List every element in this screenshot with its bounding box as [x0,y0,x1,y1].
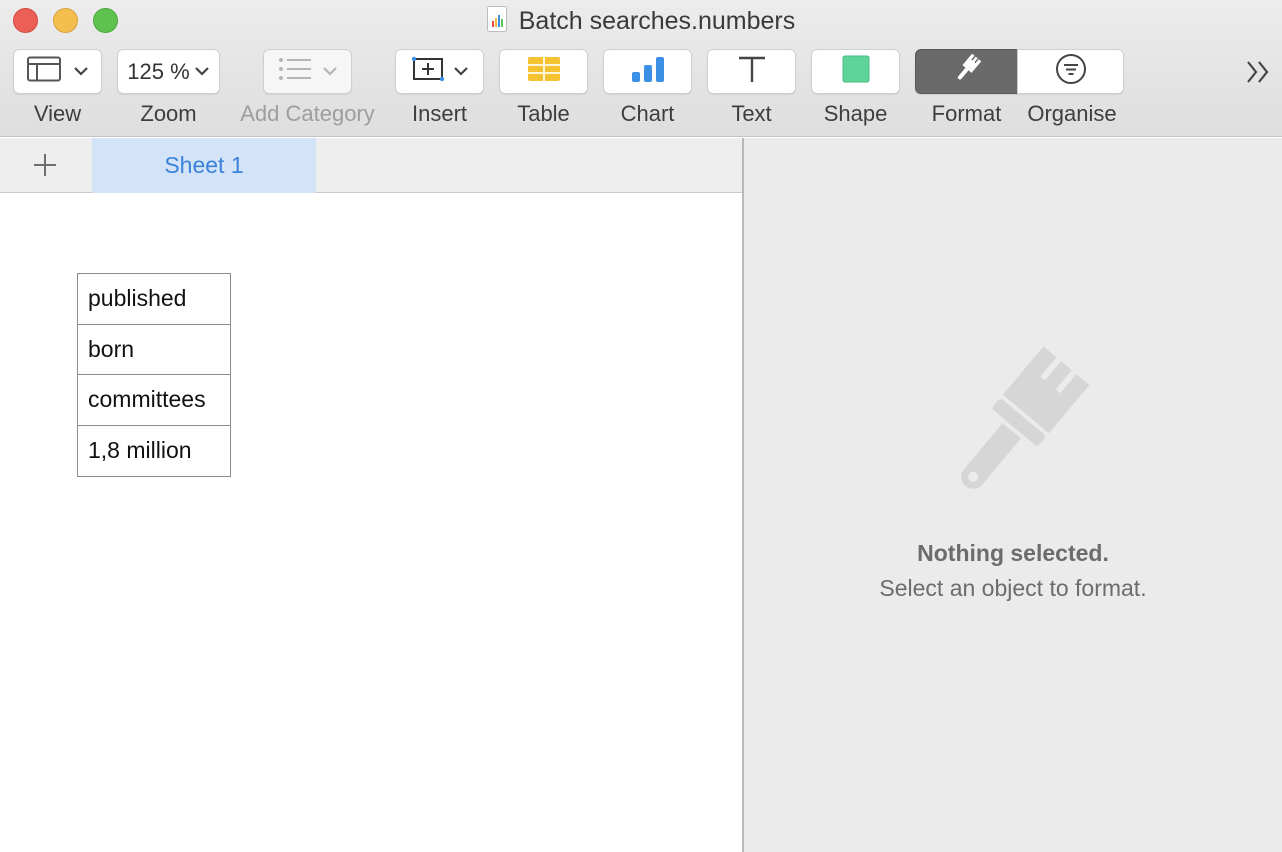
numbers-document-icon [486,6,507,32]
table-cell[interactable]: born [78,325,230,375]
table-cell[interactable]: 1,8 million [78,426,230,477]
tab-sheet-1[interactable]: Sheet 1 [92,138,316,193]
shape-button[interactable] [811,49,900,94]
view-button[interactable] [13,49,102,94]
zoom-value: 125 % [127,58,190,84]
sidebar-view-icon [26,56,61,87]
zoom-dropdown[interactable]: 125 % [117,49,220,94]
text-label: Text [731,101,772,126]
insert-button[interactable] [395,49,484,94]
window-title-text: Batch searches.numbers [518,7,796,35]
filter-icon [1055,53,1087,90]
chevron-down-icon [194,63,210,81]
bar-chart-icon [631,55,665,88]
insert-label: Insert [411,101,468,126]
organise-button[interactable] [1017,49,1124,94]
table-icon [527,56,561,87]
chevron-down-icon [453,63,469,81]
chevron-down-icon [322,63,338,81]
inspector-empty-subtitle: Select an object to format. [879,575,1147,601]
format-button[interactable] [915,49,1018,94]
zoom-label: Zoom [140,101,197,126]
format-label: Format [931,101,1002,126]
shape-label: Shape [823,101,888,126]
format-inspector: Nothing selected. Select an object to fo… [744,138,1282,852]
text-button[interactable] [707,49,796,94]
add-sheet-button[interactable] [30,150,60,180]
text-t-icon [737,55,767,88]
add-category-button[interactable] [263,49,352,94]
paintbrush-icon [951,53,983,89]
add-category-label: Add Category [240,101,375,126]
chart-label: Chart [620,101,675,126]
insert-box-icon [411,55,445,88]
inspector-empty-title: Nothing selected. [917,540,1109,566]
table-label: Table [517,101,570,126]
table-button[interactable] [499,49,588,94]
window-title: Batch searches.numbers [0,6,1282,36]
organise-label: Organise [1027,101,1117,126]
data-table[interactable]: published born committees 1,8 million [77,273,231,477]
double-chevron-right-icon [1244,61,1272,90]
shape-square-icon [842,55,870,88]
table-cell[interactable]: committees [78,375,230,426]
sheet-tab-bar: Sheet 1 [0,138,742,193]
plus-icon [30,154,60,184]
chart-button[interactable] [603,49,692,94]
paintbrush-icon [930,342,1100,512]
list-icon [278,56,312,87]
window-toolbar: Batch searches.numbers View 125 % Zoom A… [0,0,1282,137]
view-label: View [33,101,82,126]
table-cell[interactable]: published [78,274,230,325]
chevron-down-icon [73,63,89,81]
toolbar-overflow-button[interactable] [1244,58,1276,86]
